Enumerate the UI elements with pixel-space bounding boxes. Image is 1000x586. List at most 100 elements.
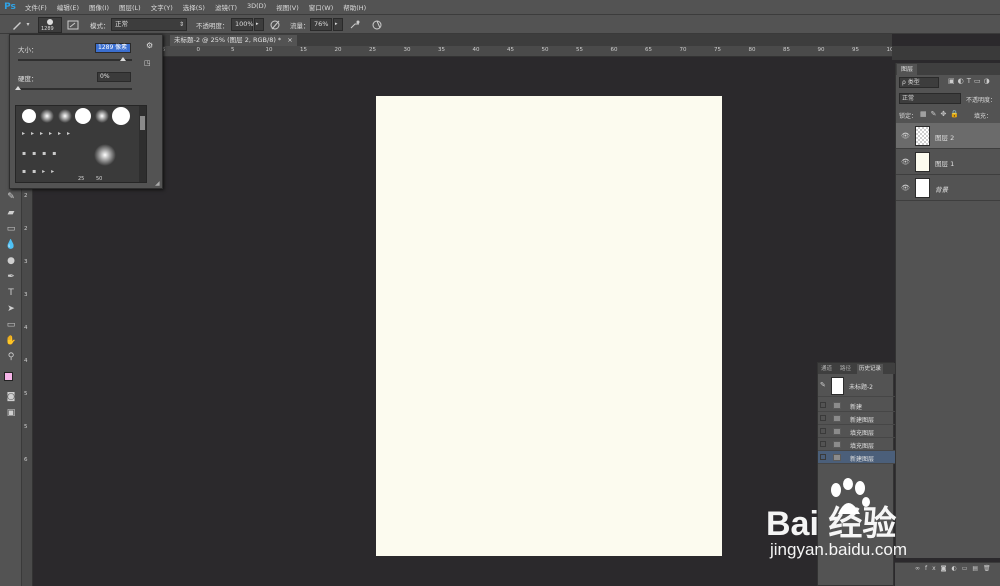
menu-item[interactable]: 图像(I) xyxy=(84,2,114,12)
dodge-tool-icon[interactable]: ● xyxy=(4,254,18,268)
tool-preset-dropdown-icon[interactable]: ▾ xyxy=(24,18,32,32)
ruler-tick-label: 4 xyxy=(24,325,28,331)
type-tool-icon[interactable]: T xyxy=(4,286,18,300)
close-icon[interactable]: × xyxy=(287,36,292,44)
history-step-icon xyxy=(833,415,841,422)
tab-paths[interactable]: 路径 xyxy=(838,364,853,374)
ruler-tick-label: 2 xyxy=(24,193,28,199)
blend-mode-select[interactable]: 正常 xyxy=(899,93,961,104)
ruler-tick-label: 3 xyxy=(24,292,28,298)
tab-history[interactable]: 历史记录 xyxy=(857,364,884,374)
hand-tool-icon[interactable]: ✋ xyxy=(4,334,18,348)
layer-filter-icons[interactable]: ▣◐T▭◑ xyxy=(948,77,1000,88)
brush-tool-icon[interactable]: ✎ xyxy=(4,190,18,204)
menu-item[interactable]: 选择(S) xyxy=(178,2,210,12)
menu-item[interactable]: 文件(F) xyxy=(20,2,52,12)
brush-tip-row-2[interactable]: ▸▸▸▸▸▸ xyxy=(22,130,130,140)
layer-name: 图层 2 xyxy=(935,134,955,142)
history-checkbox[interactable] xyxy=(820,441,826,447)
zoom-tool-icon[interactable]: ⚲ xyxy=(4,350,18,364)
history-item[interactable]: 填充图层 xyxy=(818,438,895,451)
layer-action-icons[interactable]: ∞fx◙◐▭▤🗑 xyxy=(915,565,996,572)
brush-tip[interactable] xyxy=(75,108,91,124)
foreground-color-swatch[interactable] xyxy=(4,372,13,381)
history-checkbox[interactable] xyxy=(820,402,826,408)
pressure-opacity-icon[interactable] xyxy=(268,18,282,32)
brush-tip-row-3[interactable]: ▪▪▪▪ xyxy=(22,150,82,160)
hardness-input[interactable]: 0% xyxy=(97,72,131,82)
document-tab[interactable]: 未标题-2 @ 25% (图层 2, RGB/8) * × xyxy=(170,35,297,46)
mode-select[interactable]: 正常 ⇕ xyxy=(111,18,187,31)
opacity-input[interactable]: 100% xyxy=(231,18,254,31)
gradient-tool-icon[interactable]: ▭ xyxy=(4,222,18,236)
new-preset-icon[interactable]: ◳ xyxy=(144,59,151,67)
history-item[interactable]: 填充图层 xyxy=(818,425,895,438)
layers-bottom-bar: ∞fx◙◐▭▤🗑 xyxy=(895,562,1000,586)
menu-item[interactable]: 3D(D) xyxy=(242,2,271,12)
history-item[interactable]: 新建图层 xyxy=(818,451,895,464)
history-snapshot[interactable]: ✎ 未标题-2 xyxy=(818,375,895,397)
presets-scrollbar[interactable] xyxy=(139,106,146,182)
brush-size-input[interactable]: 1289 像素 xyxy=(95,43,131,53)
brush-size-slider-thumb[interactable] xyxy=(120,57,126,61)
layer-opacity-label: 不透明度： xyxy=(966,97,997,104)
flow-input[interactable]: 76% xyxy=(310,18,332,31)
menu-item[interactable]: 文字(Y) xyxy=(146,2,178,12)
brush-tip-row-4[interactable]: ▪▪▸▸ xyxy=(22,168,82,178)
screen-mode-icon[interactable]: ▣ xyxy=(4,406,18,420)
eye-icon[interactable]: 👁 xyxy=(901,158,910,166)
history-list: 新建 新建图层 填充图层 填充图层 新建图层 xyxy=(818,399,895,469)
eye-icon[interactable]: 👁 xyxy=(901,132,910,140)
menu-item[interactable]: 滤镜(T) xyxy=(210,2,242,12)
hardness-slider-thumb[interactable] xyxy=(15,86,21,90)
airbrush-icon[interactable] xyxy=(348,18,362,32)
brush-presets-grid[interactable]: ▸▸▸▸▸▸ ▪▪▪▪ ▪▪▸▸ 25 50 xyxy=(15,105,147,183)
presets-scrollbar-thumb[interactable] xyxy=(140,116,145,130)
path-selection-tool-icon[interactable]: ➤ xyxy=(4,302,18,316)
blur-tool-icon[interactable]: 💧 xyxy=(4,238,18,252)
history-checkbox[interactable] xyxy=(820,454,826,460)
layer-row[interactable]: 👁 背景 xyxy=(896,175,1000,201)
tab-layers[interactable]: 图层 xyxy=(897,64,918,75)
document-canvas[interactable] xyxy=(376,96,722,556)
brush-tip[interactable] xyxy=(95,109,109,123)
layer-row[interactable]: 👁 图层 1 xyxy=(896,149,1000,175)
tab-channels[interactable]: 通道 xyxy=(819,364,834,374)
history-item[interactable]: 新建图层 xyxy=(818,412,895,425)
brush-tip-large[interactable] xyxy=(94,144,116,166)
brush-panel-toggle-icon[interactable] xyxy=(66,18,80,32)
brush-tip[interactable] xyxy=(22,109,36,123)
brush-tool-icon[interactable] xyxy=(10,18,24,32)
history-checkbox[interactable] xyxy=(820,428,826,434)
brush-preset-picker[interactable]: 1289 xyxy=(38,17,62,33)
chevron-down-icon: ⇕ xyxy=(178,21,184,28)
brush-tip[interactable] xyxy=(40,109,54,123)
history-item[interactable]: 新建 xyxy=(818,399,895,412)
eye-icon[interactable]: 👁 xyxy=(901,184,910,192)
brush-size-slider-track[interactable] xyxy=(18,59,132,61)
pressure-size-icon[interactable] xyxy=(370,18,384,32)
gear-icon[interactable]: ⚙ xyxy=(146,41,153,50)
hardness-slider-track[interactable] xyxy=(18,88,132,90)
menu-item[interactable]: 帮助(H) xyxy=(338,2,371,12)
ruler-tick-label: 0 xyxy=(196,47,201,53)
rectangle-tool-icon[interactable]: ▭ xyxy=(4,318,18,332)
layer-filter-select[interactable]: ρ 类型 xyxy=(899,77,939,88)
resize-grip-icon[interactable]: ◢ xyxy=(155,180,160,187)
quick-mask-icon[interactable]: ◙ xyxy=(4,390,18,404)
opacity-dropdown-icon[interactable]: ▸ xyxy=(254,18,264,31)
layer-row[interactable]: 👁 图层 2 xyxy=(896,123,1000,149)
brush-tip[interactable] xyxy=(58,109,72,123)
ruler-tick-label: 25 xyxy=(369,47,376,53)
brush-tip[interactable] xyxy=(112,107,130,125)
menu-item[interactable]: 编辑(E) xyxy=(52,2,84,12)
eraser-tool-icon[interactable]: ▰ xyxy=(4,206,18,220)
ruler-tick-label: 15 xyxy=(300,47,307,53)
menu-item[interactable]: 窗口(W) xyxy=(304,2,339,12)
history-checkbox[interactable] xyxy=(820,415,826,421)
lock-icons[interactable]: ▦✎✥🔒 xyxy=(920,110,963,118)
flow-dropdown-icon[interactable]: ▸ xyxy=(333,18,343,31)
menu-item[interactable]: 图层(L) xyxy=(114,2,146,12)
menu-item[interactable]: 视图(V) xyxy=(271,2,304,12)
pen-tool-icon[interactable]: ✒ xyxy=(4,270,18,284)
